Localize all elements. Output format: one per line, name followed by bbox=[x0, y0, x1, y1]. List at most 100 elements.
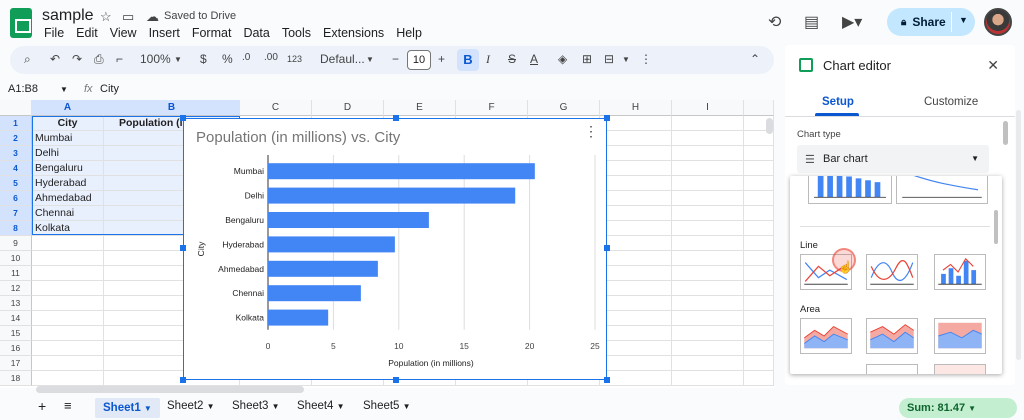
search-menus-icon[interactable]: ⌕ bbox=[24, 52, 31, 67]
grid-cell[interactable] bbox=[600, 251, 672, 266]
tab-dropdown-icon[interactable]: ▼ bbox=[337, 402, 345, 411]
column-header[interactable]: D bbox=[312, 100, 384, 116]
grid-cell[interactable] bbox=[744, 191, 774, 206]
vertical-scrollbar[interactable] bbox=[766, 118, 773, 134]
italic-button[interactable]: I bbox=[486, 52, 490, 67]
tab-sheet4[interactable]: Sheet4 ▼ bbox=[297, 400, 345, 412]
resize-handle[interactable] bbox=[393, 377, 399, 383]
column-header[interactable]: C bbox=[240, 100, 312, 116]
grid-cell[interactable] bbox=[32, 251, 104, 266]
grid-cell[interactable] bbox=[32, 356, 104, 371]
menu-file[interactable]: File bbox=[38, 26, 70, 40]
grid-cell[interactable] bbox=[744, 326, 774, 341]
column-header[interactable]: H bbox=[600, 100, 672, 116]
grid-cell[interactable] bbox=[32, 266, 104, 281]
grid-cell[interactable] bbox=[672, 371, 744, 386]
resize-handle[interactable] bbox=[180, 245, 186, 251]
menu-view[interactable]: View bbox=[104, 26, 143, 40]
grid-cell[interactable] bbox=[32, 341, 104, 356]
grid-cell[interactable] bbox=[744, 356, 774, 371]
chart-bar[interactable] bbox=[268, 285, 361, 302]
stepped-area-chart-option[interactable] bbox=[866, 364, 918, 374]
font-size-decrease-button[interactable]: − bbox=[392, 52, 399, 66]
column-header[interactable]: B bbox=[104, 100, 240, 116]
row-header[interactable]: 5 bbox=[0, 176, 32, 191]
grid-cell[interactable] bbox=[744, 281, 774, 296]
grid-cell[interactable] bbox=[744, 176, 774, 191]
cell-city[interactable]: Delhi bbox=[32, 146, 104, 161]
grid-cell[interactable] bbox=[600, 281, 672, 296]
font-select[interactable]: Defaul... bbox=[320, 52, 365, 66]
decrease-decimal-button[interactable]: .0 bbox=[242, 52, 250, 63]
grid-cell[interactable] bbox=[672, 251, 744, 266]
grid-cell[interactable] bbox=[600, 146, 672, 161]
undo-icon[interactable]: ↶ bbox=[50, 52, 60, 66]
grid-cell[interactable] bbox=[32, 326, 104, 341]
line-chart-option[interactable] bbox=[896, 176, 988, 204]
grid-cell[interactable] bbox=[32, 371, 104, 386]
chart-bar[interactable] bbox=[268, 163, 535, 180]
fill-color-icon[interactable]: ◈ bbox=[558, 52, 567, 66]
chart-bar[interactable] bbox=[268, 236, 395, 253]
row-header[interactable]: 4 bbox=[0, 161, 32, 176]
menu-help[interactable]: Help bbox=[390, 26, 428, 40]
resize-handle[interactable] bbox=[604, 377, 610, 383]
grid-cell[interactable] bbox=[744, 296, 774, 311]
row-header[interactable]: 17 bbox=[0, 356, 32, 371]
grid-cell[interactable] bbox=[672, 131, 744, 146]
grid-cell[interactable] bbox=[600, 131, 672, 146]
grid-cell[interactable] bbox=[672, 236, 744, 251]
column-header[interactable]: A bbox=[32, 100, 104, 116]
row-header[interactable]: 12 bbox=[0, 281, 32, 296]
menu-extensions[interactable]: Extensions bbox=[317, 26, 390, 40]
smooth-line-chart-option[interactable] bbox=[866, 254, 918, 290]
grid-cell[interactable] bbox=[672, 191, 744, 206]
grid-cell[interactable] bbox=[672, 176, 744, 191]
stepped-area-chart-option[interactable] bbox=[934, 364, 986, 374]
100-stacked-area-chart-option[interactable] bbox=[934, 318, 986, 354]
sum-dropdown-icon[interactable]: ▼ bbox=[968, 404, 976, 413]
grid-cell[interactable] bbox=[672, 326, 744, 341]
resize-handle[interactable] bbox=[180, 115, 186, 121]
area-chart-option[interactable] bbox=[800, 318, 852, 354]
row-header[interactable]: 11 bbox=[0, 266, 32, 281]
grid-cell[interactable] bbox=[600, 266, 672, 281]
tab-sheet1[interactable]: Sheet1 ▼ bbox=[95, 398, 160, 418]
tab-setup[interactable]: Setup bbox=[822, 96, 854, 108]
grid-cell[interactable] bbox=[600, 296, 672, 311]
chart-bar[interactable] bbox=[268, 212, 429, 228]
merge-cells-icon[interactable]: ⊟ bbox=[604, 52, 614, 66]
row-header[interactable]: 18 bbox=[0, 371, 32, 386]
grid-cell[interactable] bbox=[672, 266, 744, 281]
grid-cell[interactable] bbox=[744, 371, 774, 386]
add-sheet-icon[interactable]: + bbox=[38, 398, 46, 414]
menu-data[interactable]: Data bbox=[237, 26, 275, 40]
grid-cell[interactable] bbox=[600, 206, 672, 221]
grid-cell[interactable] bbox=[672, 356, 744, 371]
grid-cell[interactable] bbox=[32, 281, 104, 296]
row-header[interactable]: 6 bbox=[0, 191, 32, 206]
row-header[interactable]: 10 bbox=[0, 251, 32, 266]
font-size-input[interactable]: 10 bbox=[407, 50, 431, 70]
zoom-dropdown-icon[interactable]: ▼ bbox=[174, 55, 182, 64]
embedded-chart[interactable]: Population (in millions) vs. City ⋮ 0 5 10… bbox=[180, 115, 610, 383]
grid-cell[interactable] bbox=[32, 296, 104, 311]
resize-handle[interactable] bbox=[180, 377, 186, 383]
grid-cell[interactable] bbox=[600, 116, 672, 131]
cell-a1[interactable]: City bbox=[32, 116, 104, 131]
name-box[interactable]: A1:B8 bbox=[8, 83, 38, 95]
menu-edit[interactable]: Edit bbox=[70, 26, 104, 40]
grid-cell[interactable] bbox=[672, 341, 744, 356]
menu-insert[interactable]: Insert bbox=[143, 26, 186, 40]
grid-cell[interactable] bbox=[744, 341, 774, 356]
tab-dropdown-icon[interactable]: ▼ bbox=[144, 404, 152, 413]
grid-cell[interactable] bbox=[600, 341, 672, 356]
print-icon[interactable]: ⎙ bbox=[94, 52, 104, 67]
document-title[interactable]: sample bbox=[42, 7, 94, 25]
grid-cell[interactable] bbox=[672, 311, 744, 326]
grid-cell[interactable] bbox=[672, 296, 744, 311]
currency-format-button[interactable]: $ bbox=[200, 52, 207, 66]
sheets-logo[interactable] bbox=[10, 8, 32, 38]
percent-format-button[interactable]: % bbox=[222, 52, 233, 66]
name-box-dropdown-icon[interactable]: ▼ bbox=[60, 85, 68, 94]
